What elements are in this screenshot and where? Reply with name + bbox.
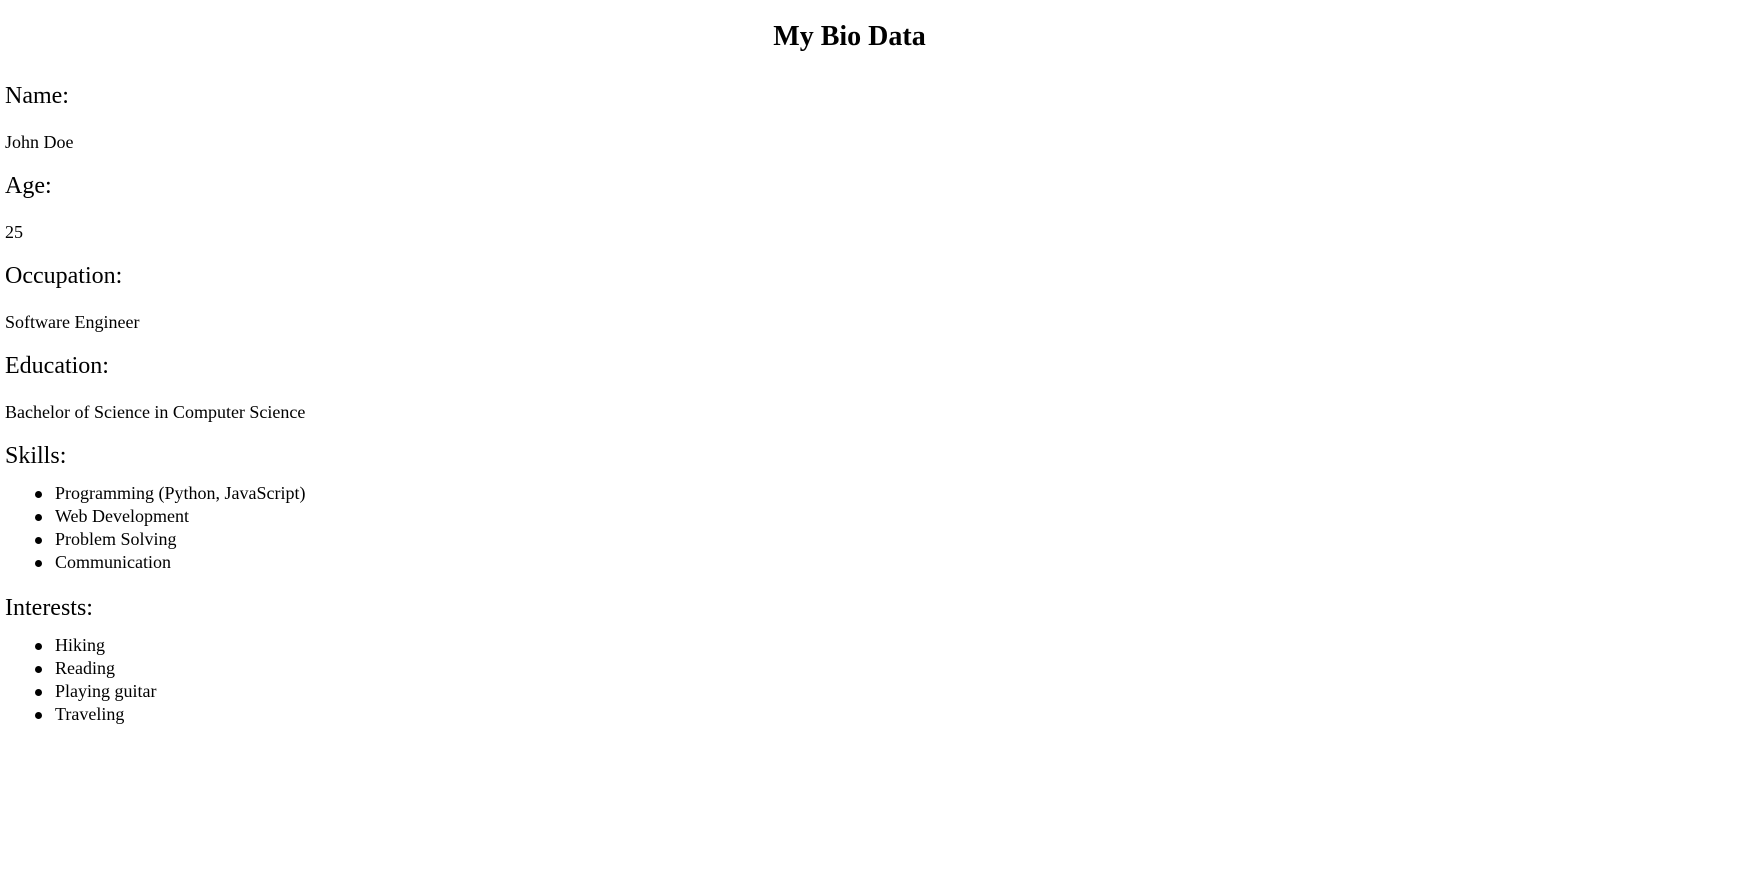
bullet-icon <box>35 689 42 696</box>
bullet-icon <box>35 560 42 567</box>
name-value: John Doe <box>5 132 74 152</box>
age-heading: Age: <box>5 173 52 199</box>
list-item: Communication <box>5 551 305 574</box>
skill-label: Problem Solving <box>55 529 177 549</box>
interest-label: Reading <box>55 658 115 678</box>
name-heading: Name: <box>5 83 69 109</box>
list-item: Playing guitar <box>5 680 157 703</box>
list-item: Web Development <box>5 505 305 528</box>
interest-label: Traveling <box>55 704 125 724</box>
skill-label: Programming (Python, JavaScript) <box>55 483 306 503</box>
page-title: My Bio Data <box>773 21 926 52</box>
education-value: Bachelor of Science in Computer Science <box>5 402 306 422</box>
bullet-icon <box>35 666 42 673</box>
bullet-icon <box>35 514 42 521</box>
list-item: Hiking <box>5 634 157 657</box>
skill-label: Communication <box>55 552 171 572</box>
list-item: Programming (Python, JavaScript) <box>5 482 305 505</box>
bullet-icon <box>35 537 42 544</box>
occupation-heading: Occupation: <box>5 263 123 289</box>
skill-label: Web Development <box>55 506 190 526</box>
list-item: Problem Solving <box>5 528 305 551</box>
bullet-icon <box>35 491 42 498</box>
education-heading: Education: <box>5 353 109 379</box>
bullet-icon <box>35 643 42 650</box>
skills-heading: Skills: <box>5 443 67 469</box>
interest-label: Hiking <box>55 635 106 655</box>
interests-list: Hiking Reading Playing guitar Traveling <box>5 634 157 726</box>
age-value: 25 <box>5 222 23 242</box>
skills-list: Programming (Python, JavaScript) Web Dev… <box>5 482 305 574</box>
bullet-icon <box>35 712 42 719</box>
bio-page: My Bio Data Name: John Doe Age: 25 Occup… <box>0 0 1755 887</box>
interests-heading: Interests: <box>5 595 93 621</box>
interest-label: Playing guitar <box>55 681 157 701</box>
list-item: Reading <box>5 657 157 680</box>
list-item: Traveling <box>5 703 157 726</box>
occupation-value: Software Engineer <box>5 312 140 332</box>
